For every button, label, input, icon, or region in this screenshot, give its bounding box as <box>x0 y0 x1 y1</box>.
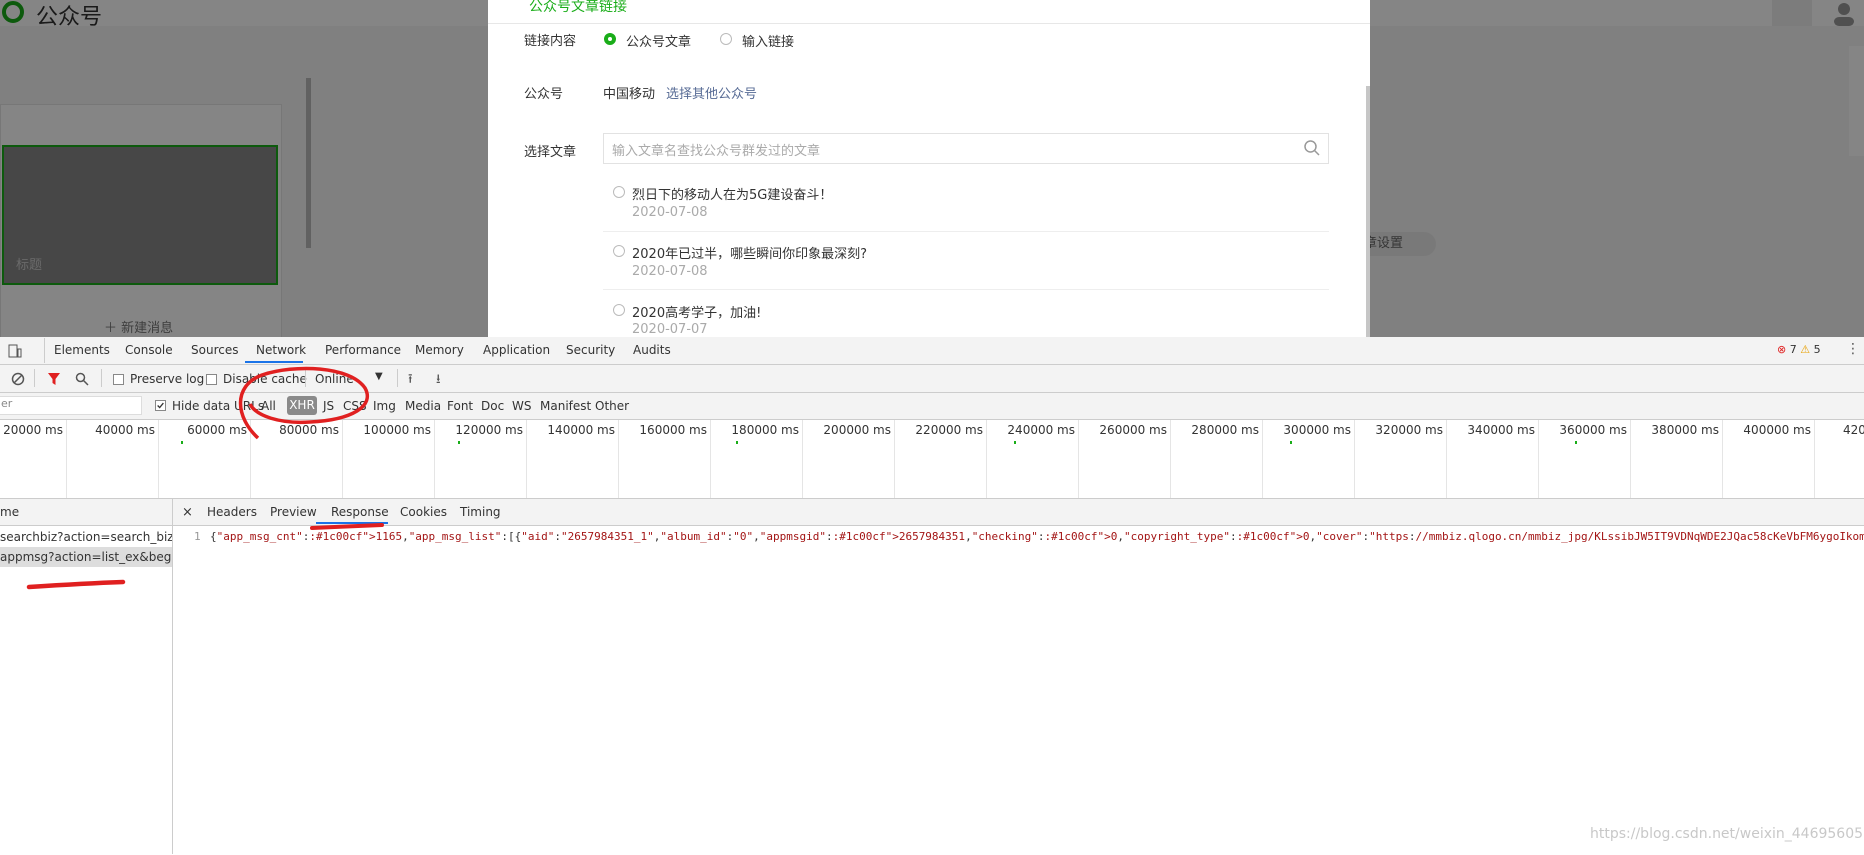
red-annotations <box>26 366 384 590</box>
annotation-underline <box>26 579 126 590</box>
watermark: https://blog.csdn.net/weixin_44695605 <box>1590 826 1864 842</box>
annotation-circle <box>238 366 369 440</box>
annotation-underline <box>310 523 384 530</box>
